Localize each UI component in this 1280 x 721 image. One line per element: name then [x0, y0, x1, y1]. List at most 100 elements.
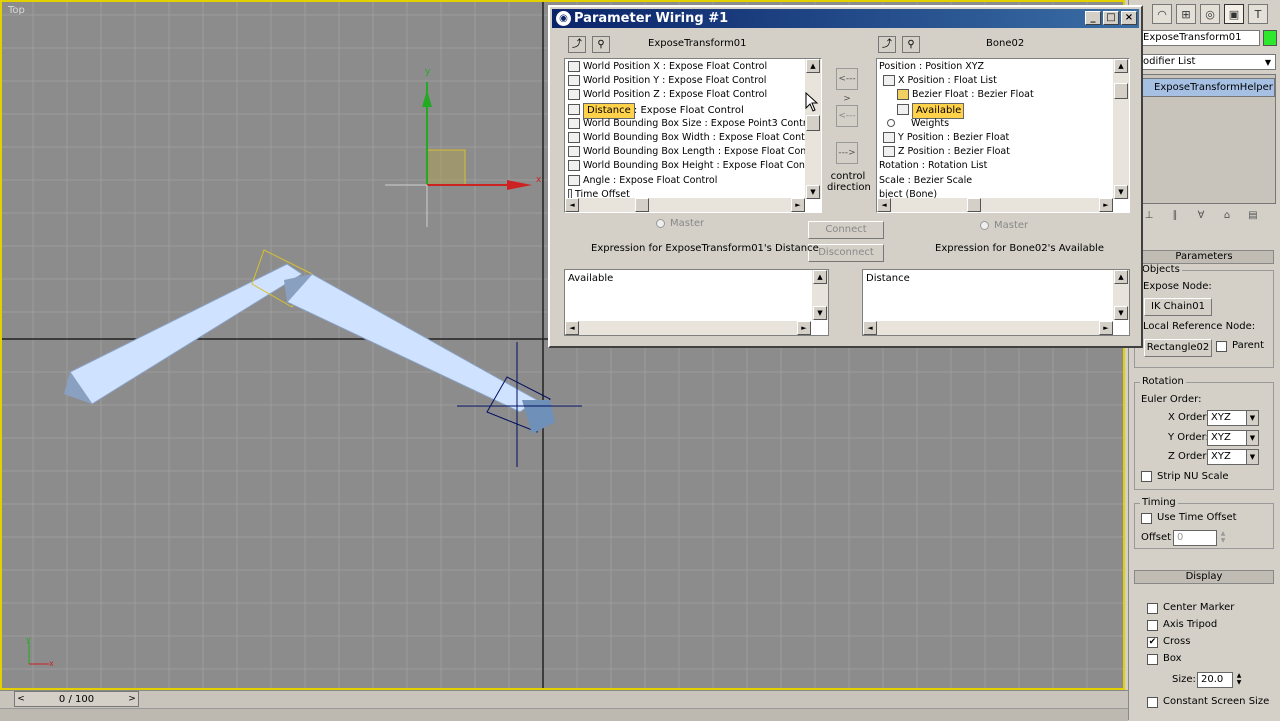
strip-nu-scale-checkbox[interactable] — [1141, 471, 1152, 482]
scroll-up-icon[interactable]: ▲ — [1114, 270, 1128, 284]
left-tree-vscroll[interactable]: ▲ ▼ — [805, 59, 821, 199]
tree-item[interactable]: Position : Position XYZ — [879, 60, 1129, 74]
left-parameter-tree[interactable]: World Position X : Expose Float Control … — [564, 58, 822, 213]
scroll-left-icon[interactable]: ◄ — [565, 321, 579, 335]
scroll-down-icon[interactable]: ▼ — [806, 185, 820, 199]
scroll-left-icon[interactable]: ◄ — [863, 321, 877, 335]
time-slider-value[interactable]: 0 / 100 — [27, 694, 126, 705]
motion-tab-icon[interactable]: ◎ — [1200, 4, 1220, 24]
two-way-direction-button[interactable]: <---> — [836, 68, 858, 104]
tree-item[interactable]: Scale : Bezier Scale — [879, 174, 1129, 188]
scroll-down-icon[interactable]: ▼ — [1114, 185, 1128, 199]
left-expression-hscroll[interactable]: ◄ ► — [565, 321, 811, 335]
tree-item[interactable]: Y Position : Bezier Float — [879, 131, 1129, 145]
tree-item-selected[interactable]: Available — [879, 102, 1129, 119]
local-reference-node-button[interactable]: Rectangle02 — [1144, 339, 1212, 357]
modifier-stack[interactable]: ExposeTransformHelper — [1140, 74, 1276, 204]
show-end-result-icon[interactable]: ∥ — [1166, 210, 1184, 226]
hierarchy-tab-icon[interactable]: ⊞ — [1176, 4, 1196, 24]
right-up-level-icon[interactable]: ⤴ — [878, 36, 896, 53]
expose-node-button[interactable]: IK Chain01 — [1144, 298, 1212, 316]
scroll-down-icon[interactable]: ▼ — [813, 306, 827, 320]
make-unique-icon[interactable]: ∀ — [1192, 210, 1210, 226]
scroll-up-icon[interactable]: ▲ — [806, 59, 820, 73]
utilities-tab-icon[interactable]: T — [1248, 4, 1268, 24]
tree-item[interactable]: Bezier Float : Bezier Float — [879, 88, 1129, 102]
maximize-button[interactable]: □ — [1103, 11, 1119, 25]
tree-item[interactable]: World Bounding Box Width : Expose Float … — [568, 131, 821, 145]
close-button[interactable]: × — [1121, 11, 1137, 25]
scroll-right-icon[interactable]: ► — [791, 198, 805, 212]
size-spinner[interactable]: 20.0 ▲ ▼ — [1197, 672, 1241, 688]
right-expression-textarea[interactable]: Distance ▲ ▼ ◄ ► — [862, 269, 1130, 336]
left-up-level-icon[interactable]: ⤴ — [568, 36, 586, 53]
tree-item[interactable]: World Bounding Box Length : Expose Float… — [568, 145, 821, 159]
scroll-right-icon[interactable]: ► — [797, 321, 811, 335]
axis-tripod-checkbox[interactable] — [1147, 620, 1158, 631]
stack-item-expose-transform-helper[interactable]: ExposeTransformHelper — [1141, 78, 1275, 97]
timeline-ruler[interactable] — [0, 708, 1128, 721]
cross-checkbox[interactable]: ✔ — [1147, 637, 1158, 648]
tree-item[interactable]: World Bounding Box Height : Expose Float… — [568, 159, 821, 173]
right-master-radio[interactable]: Master — [980, 220, 1028, 231]
spinner-arrows-icon[interactable]: ▲ ▼ — [1218, 530, 1228, 546]
left-find-object-icon[interactable]: ⚲ — [592, 36, 610, 53]
parent-checkbox[interactable] — [1216, 341, 1227, 352]
display-tab-icon[interactable]: ▣ — [1224, 4, 1244, 24]
tree-item[interactable]: World Bounding Box Size : Expose Point3 … — [568, 117, 821, 131]
tree-item[interactable]: Angle : Expose Float Control — [568, 174, 821, 188]
modify-tab-icon[interactable]: ◠ — [1152, 4, 1172, 24]
scroll-right-icon[interactable]: ► — [1099, 321, 1113, 335]
box-checkbox[interactable] — [1147, 654, 1158, 665]
x-order-select[interactable]: XYZ ▼ — [1207, 410, 1259, 426]
spinner-arrows-icon[interactable]: ▲ ▼ — [1234, 672, 1244, 688]
scroll-left-icon[interactable]: ◄ — [565, 198, 579, 212]
tree-item[interactable]: World Position X : Expose Float Control — [568, 60, 821, 74]
right-direction-button[interactable]: ---> — [836, 142, 858, 164]
center-marker-checkbox[interactable] — [1147, 603, 1158, 614]
left-expression-textarea[interactable]: Available ▲ ▼ ◄ ► — [564, 269, 829, 336]
left-tree-hscroll[interactable]: ◄ ► — [565, 198, 805, 212]
scroll-left-icon[interactable]: ◄ — [877, 198, 891, 212]
remove-modifier-icon[interactable]: ⌂ — [1218, 210, 1236, 226]
parameters-rollout-header[interactable]: Parameters — [1134, 250, 1274, 264]
time-slider-prev[interactable]: < — [15, 694, 27, 704]
dialog-titlebar[interactable]: ◉ Parameter Wiring #1 _ □ × — [552, 9, 1139, 28]
modifier-list-dropdown[interactable]: odifier List ▼ — [1140, 54, 1276, 70]
scroll-up-icon[interactable]: ▲ — [1114, 59, 1128, 73]
connect-button[interactable]: Connect — [808, 221, 884, 239]
tree-item[interactable]: World Position Y : Expose Float Control — [568, 74, 821, 88]
use-time-offset-checkbox[interactable] — [1141, 513, 1152, 524]
z-order-select[interactable]: XYZ ▼ — [1207, 449, 1259, 465]
right-expression-vscroll[interactable]: ▲ ▼ — [1113, 270, 1129, 320]
scroll-thumb[interactable] — [1114, 83, 1128, 99]
left-direction-button[interactable]: <--- — [836, 105, 858, 127]
y-order-select[interactable]: XYZ ▼ — [1207, 430, 1259, 446]
scroll-right-icon[interactable]: ► — [1099, 198, 1113, 212]
offset-spinner[interactable]: 0 ▲ ▼ — [1173, 530, 1225, 546]
right-tree-hscroll[interactable]: ◄ ► — [877, 198, 1113, 212]
scroll-up-icon[interactable]: ▲ — [813, 270, 827, 284]
tree-item[interactable]: Weights — [879, 117, 1129, 131]
disconnect-button[interactable]: Disconnect — [808, 244, 884, 262]
scroll-thumb[interactable] — [635, 198, 649, 212]
tree-item[interactable]: Z Position : Bezier Float — [879, 145, 1129, 159]
display-rollout-header[interactable]: Display — [1134, 570, 1274, 584]
right-tree-vscroll[interactable]: ▲ ▼ — [1113, 59, 1129, 199]
object-color-swatch[interactable] — [1263, 30, 1277, 46]
right-find-object-icon[interactable]: ⚲ — [902, 36, 920, 53]
constant-screen-size-checkbox[interactable] — [1147, 697, 1158, 708]
minimize-button[interactable]: _ — [1085, 11, 1101, 25]
object-name-field[interactable]: ExposeTransform01 — [1140, 30, 1260, 46]
tree-item[interactable]: World Position Z : Expose Float Control — [568, 88, 821, 102]
left-master-radio[interactable]: Master — [656, 218, 704, 229]
tree-item[interactable]: X Position : Float List — [879, 74, 1129, 88]
configure-sets-icon[interactable]: ▤ — [1244, 210, 1262, 226]
scroll-down-icon[interactable]: ▼ — [1114, 306, 1128, 320]
right-parameter-tree[interactable]: Position : Position XYZ X Position : Flo… — [876, 58, 1130, 213]
tree-item[interactable]: Rotation : Rotation List — [879, 159, 1129, 173]
scroll-thumb[interactable] — [967, 198, 981, 212]
left-expression-vscroll[interactable]: ▲ ▼ — [812, 270, 828, 320]
tree-item-selected[interactable]: Distance : Expose Float Control — [568, 102, 821, 119]
scroll-thumb[interactable] — [806, 115, 820, 131]
